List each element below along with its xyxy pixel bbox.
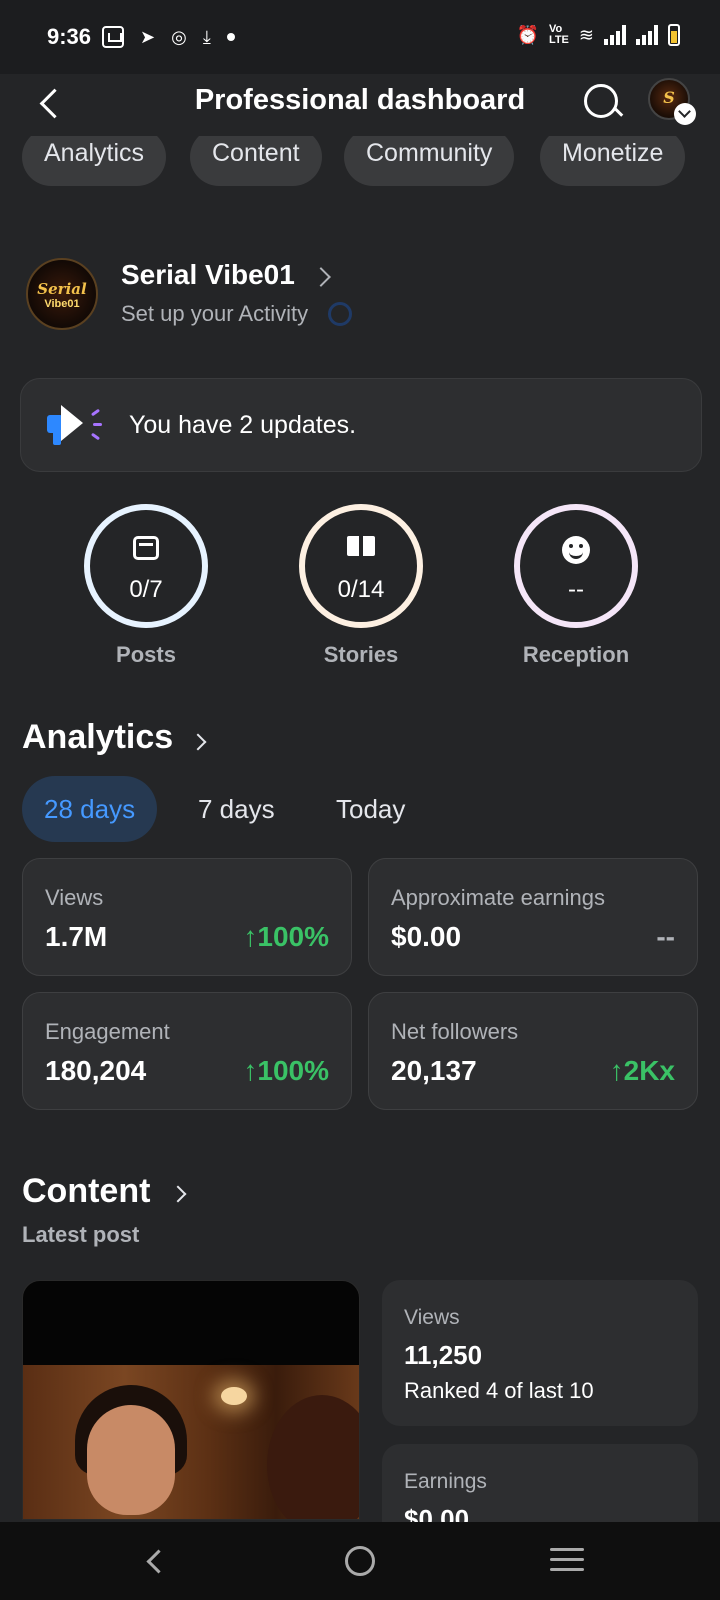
wifi-icon: ≋ xyxy=(578,25,594,45)
more-notifications-icon xyxy=(226,33,235,41)
stat-card-earnings[interactable]: Approximate earnings $0.00 -- xyxy=(368,858,698,976)
tab-content[interactable]: Content xyxy=(190,136,322,186)
updates-card[interactable]: You have 2 updates. xyxy=(20,378,702,472)
chrome-icon: ◎ xyxy=(171,27,187,47)
post-views-card[interactable]: Views 11,250 Ranked 4 of last 10 xyxy=(382,1280,698,1426)
reception-value: -- xyxy=(568,576,584,603)
post-views-value: 11,250 xyxy=(404,1340,483,1370)
range-7-days[interactable]: 7 days xyxy=(198,776,275,842)
stat-value: 180,204 xyxy=(45,1055,147,1086)
stat-label: Net followers xyxy=(391,1019,519,1044)
profile-name[interactable]: Serial Vibe01 xyxy=(121,259,295,291)
signal-icon xyxy=(604,25,626,45)
stat-change: ↑2Kx xyxy=(609,1055,675,1086)
telegram-icon: ➤ xyxy=(140,27,156,47)
reception-goal[interactable]: -- Reception xyxy=(514,504,638,667)
analytics-heading[interactable]: Analytics xyxy=(22,718,173,757)
posts-icon xyxy=(133,536,159,560)
smile-icon xyxy=(562,536,590,564)
status-bar: 9:36 ➤ ◎ ⤓ ⏰ Vo LTE ≋ xyxy=(0,0,720,74)
status-left-icons: ➤ ◎ ⤓ xyxy=(102,26,235,48)
stories-goal[interactable]: 0/14 Stories xyxy=(299,504,423,667)
tab-community[interactable]: Community xyxy=(344,136,515,186)
status-time: 9:36 xyxy=(47,24,92,49)
status-right-icons: ⏰ Vo LTE ≋ xyxy=(517,24,680,46)
system-nav-bar xyxy=(0,1522,720,1600)
chevron-down-icon[interactable] xyxy=(674,103,696,125)
book-icon xyxy=(347,536,375,558)
stat-label: Engagement xyxy=(45,1019,170,1044)
stat-value: 20,137 xyxy=(391,1055,477,1086)
stat-card-views[interactable]: Views 1.7M ↑100% xyxy=(22,858,352,976)
stat-label: Views xyxy=(45,885,104,910)
post-earnings-label: Earnings xyxy=(404,1470,487,1493)
latest-post-label: Latest post xyxy=(22,1222,140,1247)
stories-label: Stories xyxy=(323,642,399,667)
search-icon[interactable] xyxy=(580,80,624,124)
post-views-label: Views xyxy=(404,1306,460,1329)
stat-label: Approximate earnings xyxy=(391,885,606,910)
stat-change: ↑100% xyxy=(243,1055,329,1086)
chevron-right-icon[interactable] xyxy=(169,1185,187,1203)
header: Professional dashboard xyxy=(0,74,720,136)
stat-card-engagement[interactable]: Engagement 180,204 ↑100% xyxy=(22,992,352,1110)
stories-ring: 0/14 xyxy=(299,504,423,628)
nav-home-icon[interactable] xyxy=(345,1546,375,1576)
stories-value: 0/14 xyxy=(337,576,385,603)
stat-change: -- xyxy=(656,921,675,952)
nav-recents-icon[interactable] xyxy=(550,1548,584,1572)
volte-icon: Vo LTE xyxy=(548,23,569,46)
activity-progress-icon xyxy=(328,302,352,326)
chevron-right-icon[interactable] xyxy=(311,267,331,287)
app-notification-icon xyxy=(102,26,124,48)
updates-text: You have 2 updates. xyxy=(129,411,357,439)
alarm-icon: ⏰ xyxy=(516,25,539,45)
posts-value: 0/7 xyxy=(129,576,163,603)
range-28-days[interactable]: 28 days xyxy=(22,776,158,842)
tab-monetize[interactable]: Monetize xyxy=(540,136,686,186)
chevron-right-icon[interactable] xyxy=(189,733,207,751)
posts-ring: 0/7 xyxy=(84,504,208,628)
battery-icon xyxy=(668,24,680,46)
posts-goal[interactable]: 0/7 Posts xyxy=(84,504,208,667)
latest-post-thumbnail[interactable] xyxy=(22,1280,360,1520)
reception-ring: -- xyxy=(514,504,638,628)
posts-label: Posts xyxy=(116,642,176,667)
reception-label: Reception xyxy=(522,642,630,667)
signal-2-icon xyxy=(636,25,658,45)
stat-change: ↑100% xyxy=(243,921,329,952)
stat-card-net-followers[interactable]: Net followers 20,137 ↑2Kx xyxy=(368,992,698,1110)
post-views-rank: Ranked 4 of last 10 xyxy=(404,1378,594,1403)
nav-back-icon[interactable] xyxy=(142,1548,168,1574)
content-heading[interactable]: Content xyxy=(22,1172,150,1211)
stat-value: $0.00 xyxy=(391,921,462,952)
tab-analytics[interactable]: Analytics xyxy=(22,136,167,186)
profile-avatar[interactable] xyxy=(26,258,98,330)
profile-subtitle[interactable]: Set up your Activity xyxy=(121,301,308,327)
post-image xyxy=(23,1365,359,1519)
stat-value: 1.7M xyxy=(45,921,108,952)
megaphone-icon xyxy=(47,403,107,447)
range-today[interactable]: Today xyxy=(336,776,405,842)
tabs-row: Analytics Content Community Monetize xyxy=(0,136,720,192)
download-icon: ⤓ xyxy=(202,27,211,47)
